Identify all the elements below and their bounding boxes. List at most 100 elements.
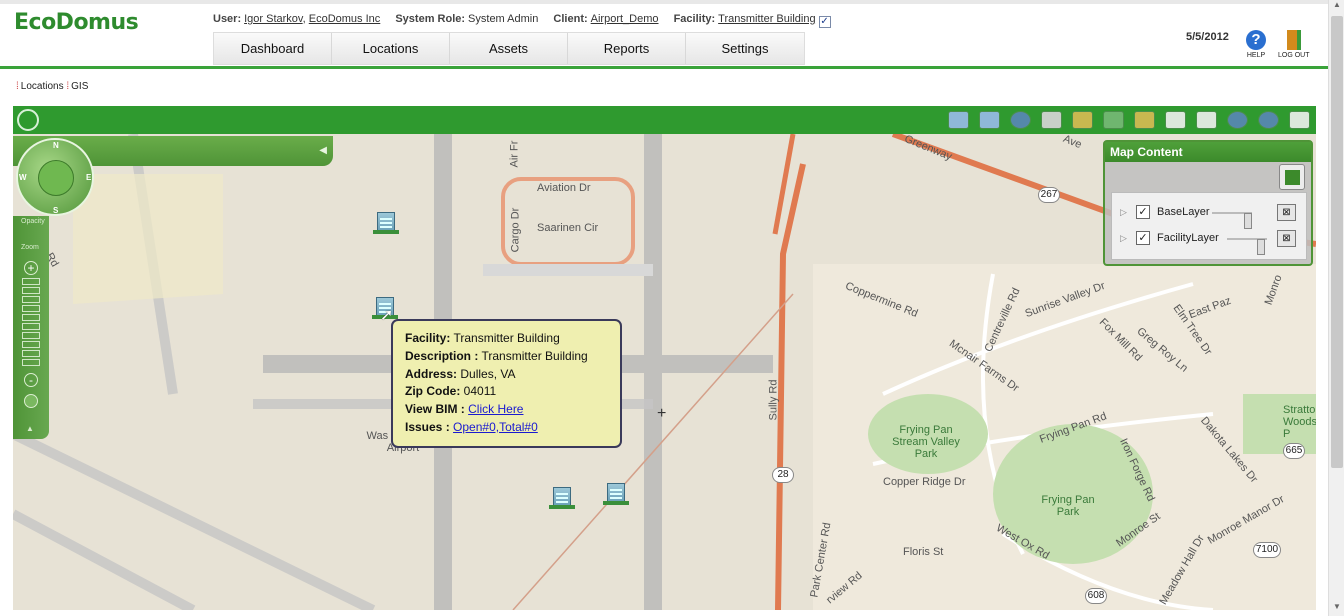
issues-link[interactable]: Open#0,Total#0 bbox=[453, 420, 538, 434]
expand-arrow-icon[interactable]: ▷ bbox=[1120, 207, 1127, 218]
zoom-step[interactable] bbox=[22, 314, 40, 321]
compass-north[interactable]: N bbox=[53, 141, 59, 150]
minimize-tool-icon[interactable] bbox=[1289, 111, 1310, 129]
building-icon bbox=[377, 212, 395, 232]
collapse-panel-icon[interactable]: ◀ bbox=[319, 145, 327, 156]
zoom-step[interactable] bbox=[22, 287, 40, 294]
compass-west[interactable]: W bbox=[19, 173, 27, 182]
facility-marker[interactable] bbox=[603, 479, 629, 505]
zoom-extent-tool-icon[interactable] bbox=[1258, 111, 1279, 129]
save-button[interactable] bbox=[1279, 164, 1305, 190]
tab-dashboard[interactable]: Dashboard bbox=[214, 33, 332, 64]
zoom-label: Zoom bbox=[21, 244, 39, 251]
door-icon bbox=[1286, 30, 1301, 50]
trash-tool-icon[interactable] bbox=[1041, 111, 1062, 129]
compass-pan-control[interactable]: N S E W bbox=[16, 138, 94, 216]
breadcrumb-marker-icon: ⁞ bbox=[66, 81, 70, 92]
popup-bim-label: View BIM : bbox=[405, 402, 465, 417]
ecodomus-logo[interactable]: EcoDomus bbox=[14, 10, 139, 35]
zoom-control: Opacity Zoom + - ▲ bbox=[13, 216, 49, 439]
layer-opacity-slider[interactable] bbox=[1227, 238, 1267, 255]
breadcrumb-locations[interactable]: Locations bbox=[21, 81, 64, 92]
popup-address-label: Address: bbox=[405, 366, 458, 381]
page-scrollbar[interactable]: ▲ ▼ bbox=[1328, 0, 1344, 616]
zoom-step[interactable] bbox=[22, 323, 40, 330]
help-icon: ? bbox=[1246, 30, 1266, 50]
opacity-knob[interactable] bbox=[1244, 213, 1252, 229]
facility-marker[interactable] bbox=[549, 483, 575, 509]
clear-tool-icon[interactable] bbox=[1134, 111, 1155, 129]
user-company-link[interactable]: EcoDomus Inc bbox=[309, 13, 381, 25]
zoom-step[interactable] bbox=[22, 341, 40, 348]
remove-layer-button[interactable]: ⊠ bbox=[1277, 204, 1296, 221]
layer-row-base: ▷ ✓ BaseLayer ⊠ bbox=[1112, 204, 1306, 229]
popup-zip-label: Zip Code: bbox=[405, 384, 461, 399]
facility-label: Facility: bbox=[673, 13, 716, 25]
popup-issues-label: Issues : bbox=[405, 419, 450, 434]
help-button[interactable]: ? HELP bbox=[1246, 30, 1266, 59]
map-label-cargo-dr: Cargo Dr bbox=[509, 207, 522, 253]
map-tools bbox=[948, 111, 1310, 129]
compass-tool-icon[interactable] bbox=[1227, 111, 1248, 129]
logout-label: LOG OUT bbox=[1278, 52, 1310, 59]
facility-link[interactable]: Transmitter Building bbox=[718, 13, 815, 25]
breadcrumb-gis[interactable]: GIS bbox=[71, 81, 88, 92]
user-name-link[interactable]: Igor Starkov bbox=[244, 13, 303, 25]
zoom-slider[interactable] bbox=[22, 278, 40, 368]
save-disk-icon bbox=[1285, 170, 1300, 185]
zoom-out-button[interactable]: - bbox=[24, 373, 38, 387]
breadcrumb: ⁞ Locations ⁞ GIS bbox=[16, 81, 88, 92]
current-date: 5/5/2012 bbox=[1186, 31, 1229, 43]
remove-layer-button[interactable]: ⊠ bbox=[1277, 230, 1296, 247]
pan-tool-icon[interactable] bbox=[948, 111, 969, 129]
collapse-zoom-icon[interactable]: ▲ bbox=[26, 424, 34, 433]
crosshair-icon: + bbox=[657, 405, 667, 422]
leaf-logo-icon bbox=[17, 109, 39, 131]
route-shield-665: 665 bbox=[1283, 443, 1305, 459]
map-toolbar bbox=[13, 106, 1316, 134]
opacity-knob[interactable] bbox=[1257, 239, 1265, 255]
logout-button[interactable]: LOG OUT bbox=[1278, 30, 1310, 59]
map-label-stratton-woods: Stratto Woods P bbox=[1283, 404, 1316, 440]
user-label: User: bbox=[213, 13, 242, 25]
tab-locations[interactable]: Locations bbox=[332, 33, 450, 64]
globe-icon[interactable] bbox=[38, 160, 74, 196]
zoom-step[interactable] bbox=[22, 350, 40, 357]
tab-assets[interactable]: Assets bbox=[450, 33, 568, 64]
expand-arrow-icon[interactable]: ▷ bbox=[1120, 233, 1127, 244]
zoom-step[interactable] bbox=[22, 305, 40, 312]
header-divider bbox=[0, 66, 1328, 69]
layer-opacity-slider[interactable] bbox=[1212, 212, 1252, 229]
list-tool-icon[interactable] bbox=[1196, 111, 1217, 129]
client-link[interactable]: Airport_Demo bbox=[591, 13, 659, 25]
tab-reports[interactable]: Reports bbox=[568, 33, 686, 64]
map-label-sully-rd: Sully Rd bbox=[767, 379, 780, 421]
scroll-up-icon[interactable]: ▲ bbox=[1329, 0, 1344, 14]
view-bim-link[interactable]: Click Here bbox=[468, 402, 523, 416]
layer-visibility-checkbox[interactable]: ✓ bbox=[1136, 231, 1150, 245]
tab-settings[interactable]: Settings bbox=[686, 33, 804, 64]
full-extent-globe-icon[interactable] bbox=[24, 394, 38, 408]
layer-visibility-checkbox[interactable]: ✓ bbox=[1136, 205, 1150, 219]
layer-row-facility: ▷ ✓ FacilityLayer ⊠ bbox=[1112, 230, 1306, 255]
layers-tool-icon[interactable] bbox=[979, 111, 1000, 129]
breadcrumb-marker-icon: ⁞ bbox=[16, 81, 19, 92]
compass-south[interactable]: S bbox=[53, 206, 58, 215]
scroll-down-icon[interactable]: ▼ bbox=[1329, 602, 1344, 616]
zoom-in-button[interactable]: + bbox=[24, 261, 38, 275]
zoom-step[interactable] bbox=[22, 359, 40, 366]
select-area-tool-icon[interactable] bbox=[1072, 111, 1093, 129]
facility-checkbox[interactable]: ✓ bbox=[818, 16, 831, 28]
scroll-thumb[interactable] bbox=[1331, 16, 1343, 468]
table-tool-icon[interactable] bbox=[1165, 111, 1186, 129]
facility-marker[interactable] bbox=[373, 208, 399, 234]
role-value: System Admin bbox=[468, 13, 539, 25]
measure-tool-icon[interactable] bbox=[1103, 111, 1124, 129]
compass-east[interactable]: E bbox=[86, 173, 91, 182]
zoom-step[interactable] bbox=[22, 332, 40, 339]
zoom-step[interactable] bbox=[22, 278, 40, 285]
zoom-step[interactable] bbox=[22, 296, 40, 303]
building-icon bbox=[553, 487, 571, 507]
layer-name: FacilityLayer bbox=[1157, 232, 1219, 244]
globe-tool-icon[interactable] bbox=[1010, 111, 1031, 129]
